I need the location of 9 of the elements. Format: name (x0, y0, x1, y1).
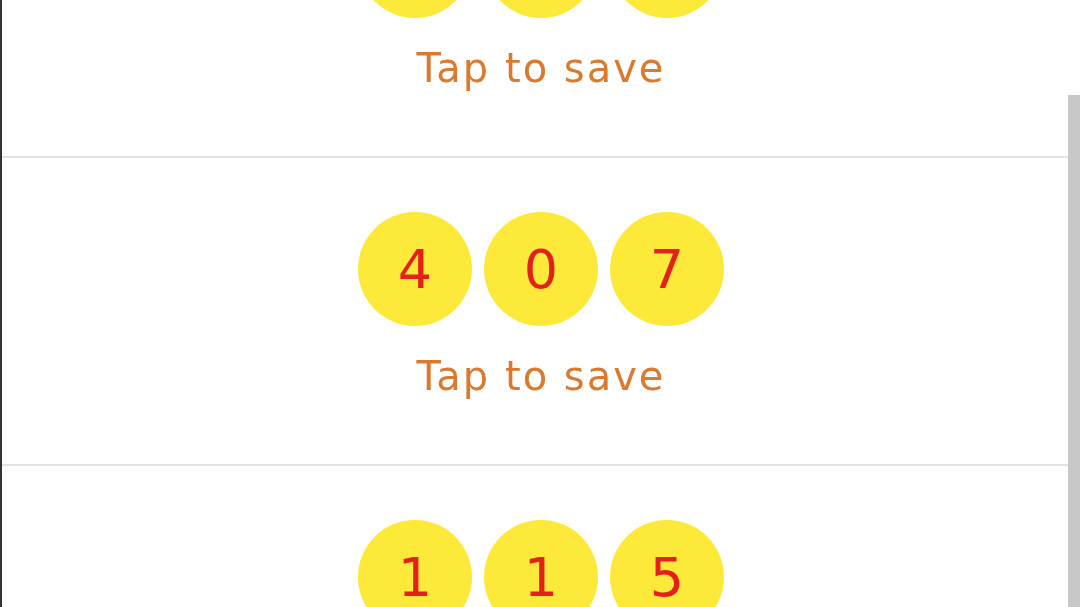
scrollbar[interactable] (1068, 95, 1080, 607)
number-ball: 1 (484, 520, 598, 607)
number-ball: 0 (484, 212, 598, 326)
save-link[interactable]: Tap to save (410, 346, 672, 406)
number-ball: 4 (358, 212, 472, 326)
number-ball: 1 (358, 520, 472, 607)
save-link[interactable]: Tap to save (410, 38, 672, 98)
number-ball: 7 (610, 212, 724, 326)
number-ball: 5 (610, 520, 724, 607)
